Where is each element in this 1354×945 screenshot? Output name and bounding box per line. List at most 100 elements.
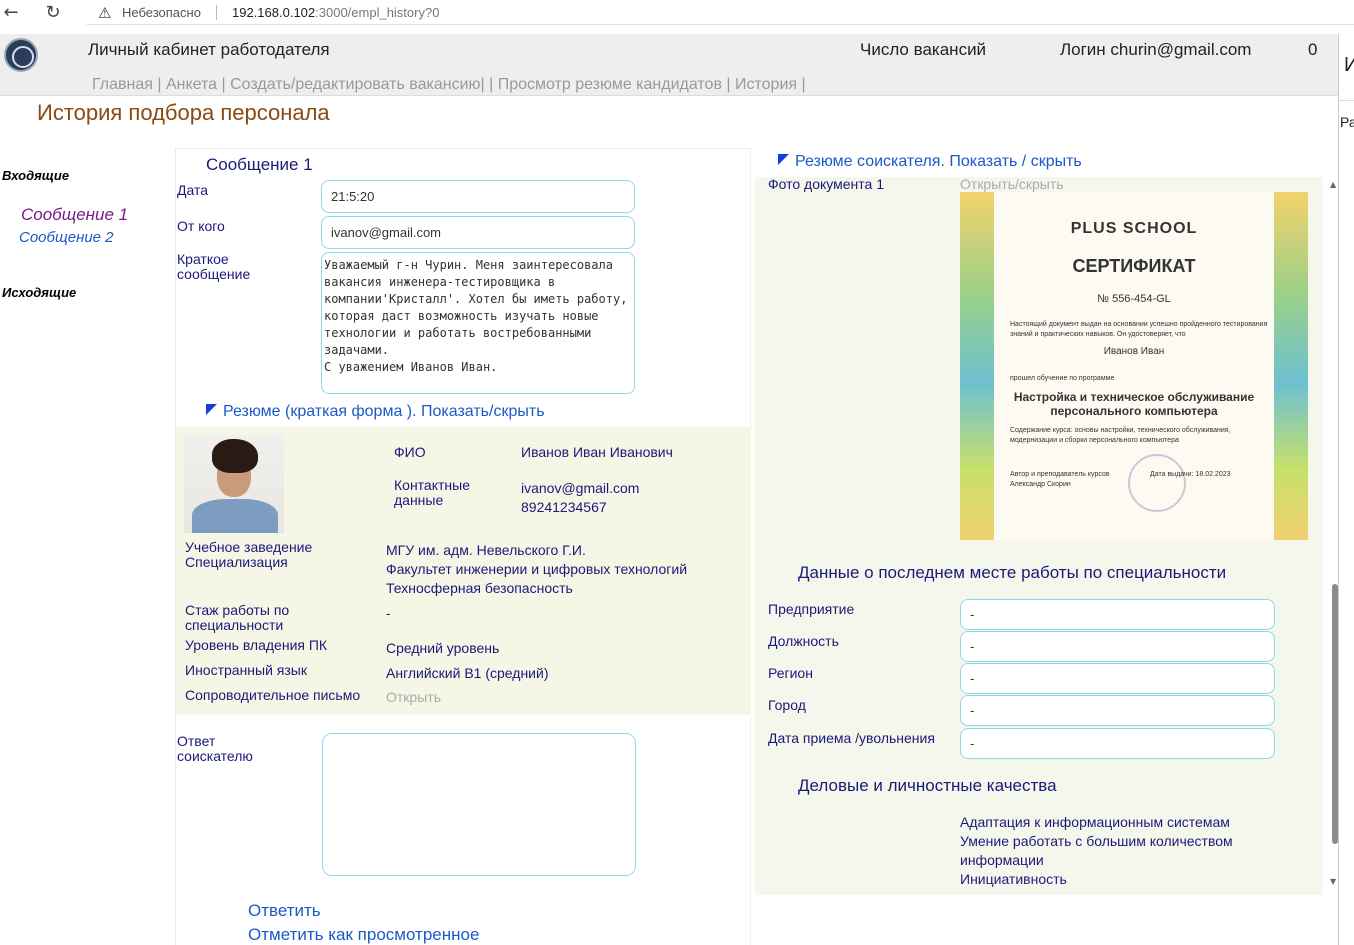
hire-dates-label: Дата приема /увольнения	[768, 730, 935, 746]
mark-viewed-button[interactable]: Отметить как просмотренное	[248, 925, 479, 945]
side-window-edge: И Ра	[1338, 34, 1354, 945]
faculty-value: Факультет инженерии и цифровых технологи…	[386, 561, 688, 577]
resume-full-toggle-label: Резюме соискателя. Показать / скрыть	[795, 153, 1082, 170]
message-title: Сообщение 1	[206, 155, 313, 174]
resume-short-toggle[interactable]: Резюме (краткая форма ). Показать/скрыть	[206, 403, 545, 421]
short-message-textarea[interactable]: Уважаемый г-н Чурин. Меня заинтересовала…	[321, 252, 635, 394]
city-label: Город	[768, 697, 806, 713]
vacancy-counter: 0	[1308, 40, 1318, 59]
date-label: Дата	[177, 182, 209, 198]
cert-title: СЕРТИФИКАТ	[1072, 256, 1196, 276]
city-field[interactable]: -	[960, 695, 1275, 726]
side-window-text-2: Ра	[1340, 114, 1354, 130]
qualities-title: Деловые и личностные качества	[798, 776, 1057, 795]
url-text[interactable]: 192.168.0.102:3000/empl_history?0	[232, 5, 439, 20]
scroll-up-icon[interactable]: ▲	[1330, 180, 1336, 189]
cert-name: Иванов Иван	[1103, 346, 1165, 357]
triangle-icon	[778, 154, 789, 165]
certificate-image: PLUS SCHOOL СЕРТИФИКАТ № 556-454-GL Наст…	[960, 192, 1308, 540]
scrollbar-thumb[interactable]	[1332, 584, 1338, 844]
cert-program-intro: прошел обучение по программе	[1010, 375, 1115, 382]
scroll-down-icon[interactable]: ▼	[1330, 877, 1336, 886]
cert-school: PLUS SCHOOL	[1070, 220, 1198, 237]
cover-letter-open-link[interactable]: Открыть	[386, 689, 441, 705]
site-header: Личный кабинет работодателя Число ваканс…	[0, 34, 1338, 96]
pc-level-label: Уровень владения ПК	[185, 637, 328, 653]
side-window-text-1: И	[1344, 54, 1354, 76]
from-field[interactable]: ivanov@gmail.com	[321, 216, 635, 249]
page-title: История подбора персонала	[37, 100, 330, 125]
cert-intro: Настоящий документ выдан на основании ус…	[1010, 321, 1268, 338]
address-bar[interactable]: ⚠ Небезопасно 192.168.0.102:3000/empl_hi…	[86, 0, 1354, 25]
back-icon[interactable]: ←	[0, 2, 22, 24]
address-separator	[216, 5, 217, 20]
fio-value: Иванов Иван Иванович	[521, 444, 673, 460]
pc-level-value: Средний уровень	[386, 640, 500, 656]
cert-number: № 556-454-GL	[1097, 293, 1171, 305]
cover-letter-label: Сопроводительное письмо	[185, 687, 361, 703]
contacts-email: ivanov@gmail.com	[521, 480, 640, 496]
menu-item-home[interactable]: Главная	[92, 76, 153, 93]
menu-item-history[interactable]: История	[735, 76, 797, 93]
experience-label: Стаж работы по специальности	[185, 602, 290, 633]
url-path: :3000/empl_history?0	[315, 5, 440, 20]
cert-issue-date: Дата выдачи: 18.02.2023	[1150, 471, 1231, 478]
sidebar-message-2[interactable]: Сообщение 2	[19, 229, 114, 246]
contacts-phone: 89241234567	[521, 499, 607, 515]
insecure-label[interactable]: Небезопасно	[122, 5, 201, 20]
login-label: Логин churin@gmail.com	[1060, 40, 1252, 59]
language-value: Английский В1 (средний)	[386, 665, 549, 681]
university-logo-icon	[4, 38, 38, 72]
side-window-divider	[1339, 100, 1354, 101]
cert-author-name: Александр Скорин	[1010, 481, 1071, 488]
warning-icon[interactable]: ⚠	[98, 4, 111, 22]
browser-toolbar: ← ↻ ⚠ Небезопасно 192.168.0.102:3000/emp…	[0, 0, 1354, 26]
vacancy-count-label: Число вакансий	[860, 40, 987, 59]
company-field[interactable]: -	[960, 599, 1275, 630]
experience-value: -	[386, 605, 391, 621]
quality-item: Инициативность	[960, 871, 1067, 887]
language-label: Иностранный язык	[185, 662, 307, 678]
contacts-label: Контактные данные	[394, 477, 470, 508]
quality-item: Умение работать с большим количеством ин…	[960, 833, 1233, 868]
region-label: Регион	[768, 665, 813, 681]
doc-photo-toggle[interactable]: Открыть/скрыть	[960, 177, 1064, 192]
menu-item-vacancy[interactable]: Создать/редактировать вакансию	[230, 76, 480, 93]
from-label: От кого	[177, 218, 225, 234]
specialization-value: Техносферная безопасность	[386, 580, 573, 596]
cert-program: Настройка и техническое обслуживание пер…	[1013, 390, 1255, 418]
url-host: 192.168.0.102	[232, 5, 316, 20]
candidate-photo	[184, 435, 284, 533]
doc-photo-label: Фото документа 1	[768, 177, 884, 192]
last-job-title: Данные о последнем месте работы по специ…	[798, 563, 1227, 582]
outgoing-label: Исходящие	[2, 285, 77, 300]
resume-short-block: ФИО Иванов Иван Иванович Контактные данн…	[176, 427, 751, 715]
main-menu: Главная | Анкета | Создать/редактировать…	[92, 76, 806, 93]
reply-textarea[interactable]	[322, 733, 636, 876]
reply-label: Ответ соискателю	[177, 733, 253, 764]
answer-button[interactable]: Ответить	[248, 901, 321, 921]
position-field[interactable]: -	[960, 631, 1275, 662]
resume-full-toggle[interactable]: Резюме соискателя. Показать / скрыть	[778, 153, 1082, 171]
region-field[interactable]: -	[960, 663, 1275, 694]
message-panel: Сообщение 1 Дата 21:5:20 От кого ivanov@…	[175, 148, 751, 945]
education-value: МГУ им. адм. Невельского Г.И.	[386, 542, 586, 558]
menu-item-resumes[interactable]: Просмотр резюме кандидатов	[498, 76, 722, 93]
resume-full-panel: Фото документа 1 Открыть/скрыть PLUS SCH…	[755, 177, 1323, 895]
quality-item: Адаптация к информационным системам	[960, 814, 1230, 830]
cert-content: Содержание курса: основы настройки, техн…	[1010, 427, 1231, 444]
cert-author-label: Автор и преподаватель курсов	[1010, 471, 1110, 478]
education-label: Учебное заведение	[185, 539, 313, 555]
cabinet-title: Личный кабинет работодателя	[88, 40, 330, 59]
reload-icon[interactable]: ↻	[42, 2, 64, 24]
specialization-label: Специализация	[185, 554, 288, 570]
company-label: Предприятие	[768, 601, 855, 617]
resume-short-toggle-label: Резюме (краткая форма ). Показать/скрыть	[223, 403, 545, 420]
menu-item-profile[interactable]: Анкета	[166, 76, 217, 93]
sidebar-message-1[interactable]: Сообщение 1	[21, 205, 128, 225]
date-field[interactable]: 21:5:20	[321, 180, 635, 213]
fio-label: ФИО	[394, 444, 426, 460]
triangle-icon	[206, 404, 217, 415]
incoming-label: Входящие	[2, 168, 70, 183]
hire-dates-field[interactable]: -	[960, 728, 1275, 759]
